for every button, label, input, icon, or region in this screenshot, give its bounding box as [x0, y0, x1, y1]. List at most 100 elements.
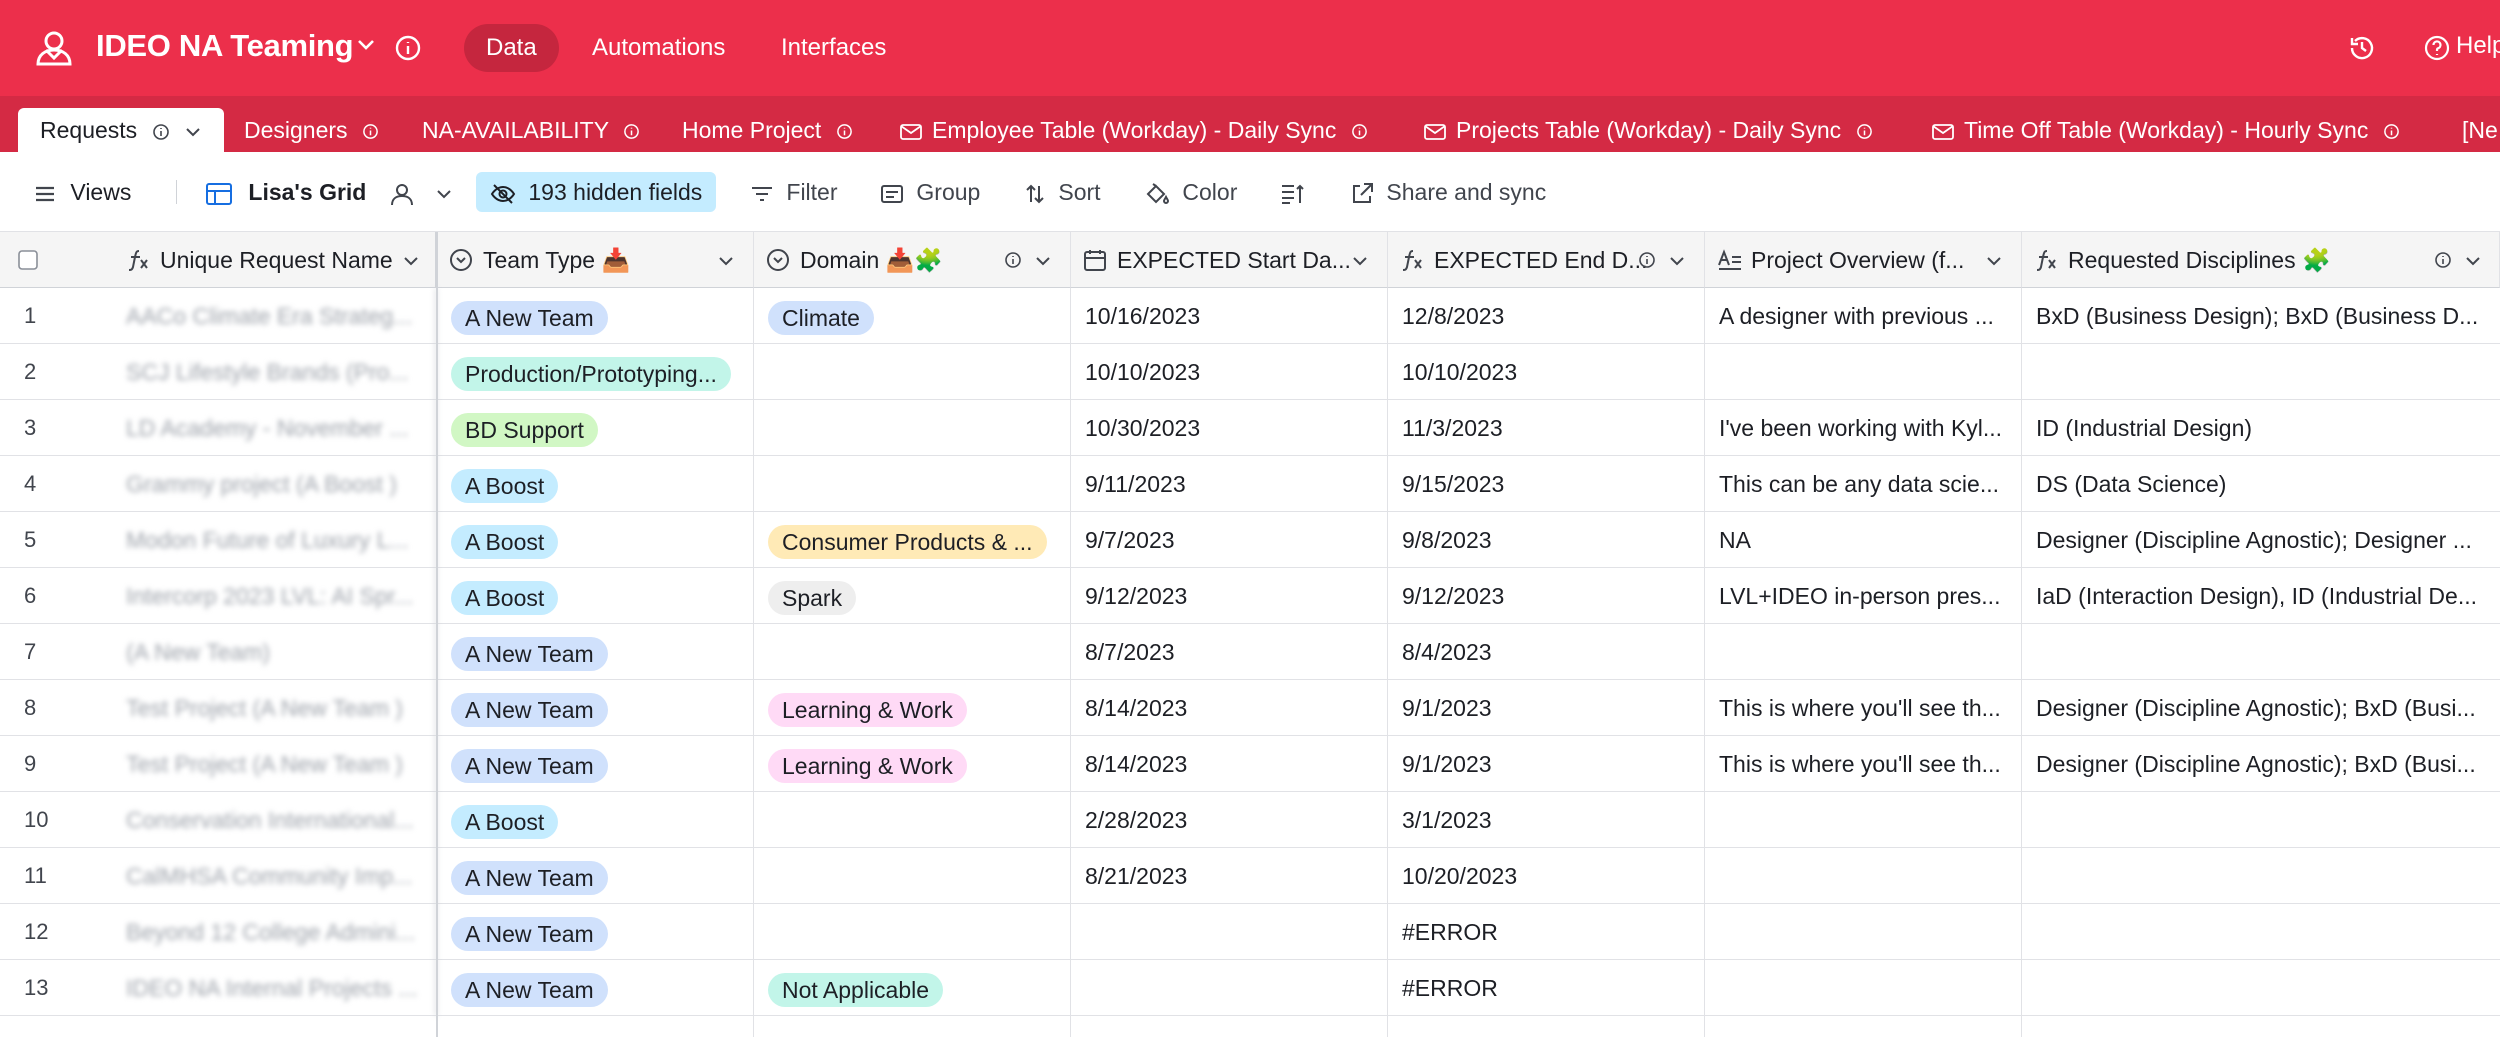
chevron-down-icon[interactable] — [1351, 254, 1369, 268]
team-type-cell[interactable]: BD Support — [437, 400, 754, 456]
table-row[interactable]: 12 Beyond 12 College Admini... A New Team #… — [0, 904, 2500, 960]
chevron-down-icon[interactable] — [1034, 254, 1052, 268]
team-type-cell[interactable]: A Boost — [437, 512, 754, 568]
sort-button[interactable]: Sort — [1024, 172, 1101, 212]
share-sync-button[interactable]: Share and sync — [1350, 172, 1546, 212]
end-date-cell[interactable]: 10/10/2023 — [1388, 344, 1705, 400]
overview-cell[interactable] — [1705, 344, 2022, 400]
domain-cell[interactable] — [754, 1016, 1071, 1037]
end-date-cell[interactable]: 9/1/2023 — [1388, 736, 1705, 792]
chevron-down-icon[interactable] — [435, 187, 453, 201]
domain-cell[interactable] — [754, 904, 1071, 960]
info-icon[interactable] — [2434, 251, 2452, 269]
domain-cell[interactable]: Not Applicable — [754, 960, 1071, 1016]
column-header-primary[interactable]: Unique Request Name — [0, 232, 437, 288]
unique-request-name-cell[interactable]: Modon Future of Luxury L... — [0, 512, 437, 568]
start-date-cell[interactable]: 9/11/2023 — [1071, 456, 1388, 512]
disciplines-cell[interactable]: Designer (Discipline Agnostic); BxD (Bus… — [2022, 736, 2500, 792]
start-date-cell[interactable] — [1071, 1016, 1388, 1037]
table-row[interactable]: 13 IDEO NA Internal Projects ... A New Tea… — [0, 960, 2500, 1016]
overview-cell[interactable]: This is where you'll see th... — [1705, 736, 2022, 792]
end-date-cell[interactable]: #ERROR — [1388, 960, 1705, 1016]
domain-cell[interactable] — [754, 344, 1071, 400]
column-header-end-date[interactable]: EXPECTED End D... — [1388, 232, 1705, 288]
disciplines-cell[interactable] — [2022, 904, 2500, 960]
chevron-down-icon[interactable] — [2464, 254, 2482, 268]
table-row[interactable]: 11 CalMHSA Community Imp... A New Team 8/21… — [0, 848, 2500, 904]
select-all-checkbox[interactable] — [18, 250, 38, 270]
column-header-team-type[interactable]: Team Type 📥 — [437, 232, 754, 288]
start-date-cell[interactable]: 8/21/2023 — [1071, 848, 1388, 904]
column-header-project-overview[interactable]: Project Overview (f... — [1705, 232, 2022, 288]
table-row[interactable]: 4 Grammy project (A Boost ) A Boost 9/11/20… — [0, 456, 2500, 512]
unique-request-name-cell[interactable]: Beyond 12 College Admini... — [0, 904, 437, 960]
table-row[interactable]: 2 SCJ Lifestyle Brands (Pro... Production/… — [0, 344, 2500, 400]
end-date-cell[interactable] — [1388, 1016, 1705, 1037]
disciplines-cell[interactable]: ID (Industrial Design) — [2022, 400, 2500, 456]
end-date-cell[interactable]: 12/8/2023 — [1388, 288, 1705, 344]
column-header-start-date[interactable]: EXPECTED Start Da... — [1071, 232, 1388, 288]
domain-cell[interactable] — [754, 624, 1071, 680]
end-date-cell[interactable]: 11/3/2023 — [1388, 400, 1705, 456]
overview-cell[interactable]: A designer with previous ... — [1705, 288, 2022, 344]
overview-cell[interactable]: This is where you'll see th... — [1705, 680, 2022, 736]
overview-cell[interactable] — [1705, 792, 2022, 848]
unique-request-name-cell[interactable]: Conservation International... — [0, 792, 437, 848]
disciplines-cell[interactable] — [2022, 1016, 2500, 1037]
domain-cell[interactable] — [754, 400, 1071, 456]
table-row[interactable]: 8 Test Project (A New Team ) A New Team Lea… — [0, 680, 2500, 736]
overview-cell[interactable] — [1705, 848, 2022, 904]
team-type-cell[interactable]: A New Team — [437, 288, 754, 344]
filter-button[interactable]: Filter — [750, 172, 838, 212]
overview-cell[interactable] — [1705, 1016, 2022, 1037]
start-date-cell[interactable]: 10/10/2023 — [1071, 344, 1388, 400]
domain-cell[interactable]: Learning & Work — [754, 680, 1071, 736]
row-height-button[interactable] — [1280, 172, 1304, 212]
base-name[interactable]: IDEO NA Teaming — [96, 28, 354, 64]
domain-cell[interactable]: Learning & Work — [754, 736, 1071, 792]
table-row[interactable]: 10 Conservation International... A Boost 2/… — [0, 792, 2500, 848]
tab-projects-table[interactable]: Projects Table (Workday) - Daily Sync — [1424, 108, 1873, 152]
end-date-cell[interactable]: #ERROR — [1388, 904, 1705, 960]
info-icon[interactable] — [1004, 251, 1022, 269]
chevron-down-icon[interactable] — [1985, 254, 2003, 268]
unique-request-name-cell[interactable]: Intercorp 2023 LVL: AI Spr... — [0, 568, 437, 624]
disciplines-cell[interactable]: IaD (Interaction Design), ID (Industrial… — [2022, 568, 2500, 624]
unique-request-name-cell[interactable]: CalMHSA Community Imp... — [0, 848, 437, 904]
info-icon[interactable] — [152, 123, 170, 141]
overview-cell[interactable]: I've been working with Kyl... — [1705, 400, 2022, 456]
disciplines-cell[interactable] — [2022, 624, 2500, 680]
tab-time-off-table[interactable]: Time Off Table (Workday) - Hourly Sync — [1932, 108, 2400, 152]
chevron-down-icon[interactable] — [1668, 254, 1686, 268]
start-date-cell[interactable] — [1071, 960, 1388, 1016]
team-type-cell[interactable]: A Boost — [437, 792, 754, 848]
team-type-cell[interactable]: A New Team — [437, 848, 754, 904]
disciplines-cell[interactable]: DS (Data Science) — [2022, 456, 2500, 512]
unique-request-name-cell[interactable]: SCJ Lifestyle Brands (Pro... — [0, 344, 437, 400]
help-link[interactable]: Help — [2456, 32, 2500, 60]
nav-data[interactable]: Data — [464, 24, 559, 72]
start-date-cell[interactable] — [1071, 904, 1388, 960]
domain-cell[interactable] — [754, 848, 1071, 904]
tab-employee-table[interactable]: Employee Table (Workday) - Daily Sync — [900, 108, 1368, 152]
end-date-cell[interactable]: 3/1/2023 — [1388, 792, 1705, 848]
overview-cell[interactable] — [1705, 904, 2022, 960]
team-type-cell[interactable] — [437, 1016, 754, 1037]
unique-request-name-cell[interactable]: IDEO NA Internal Projects ... — [0, 960, 437, 1016]
start-date-cell[interactable]: 9/12/2023 — [1071, 568, 1388, 624]
team-type-cell[interactable]: A New Team — [437, 680, 754, 736]
overview-cell[interactable]: LVL+IDEO in-person pres... — [1705, 568, 2022, 624]
team-type-cell[interactable]: Production/Prototyping... — [437, 344, 754, 400]
end-date-cell[interactable]: 9/8/2023 — [1388, 512, 1705, 568]
help-icon[interactable] — [2424, 35, 2450, 61]
chevron-down-icon[interactable] — [402, 254, 420, 268]
tab-na-availability[interactable]: NA-AVAILABILITY — [422, 108, 640, 152]
team-type-cell[interactable]: A Boost — [437, 568, 754, 624]
disciplines-cell[interactable] — [2022, 848, 2500, 904]
disciplines-cell[interactable] — [2022, 344, 2500, 400]
table-row[interactable]: 5 Modon Future of Luxury L... A Boost Consu… — [0, 512, 2500, 568]
team-type-cell[interactable]: A New Team — [437, 736, 754, 792]
table-row-partial[interactable] — [0, 1016, 2500, 1037]
unique-request-name-cell[interactable]: Test Project (A New Team ) — [0, 736, 437, 792]
start-date-cell[interactable]: 8/7/2023 — [1071, 624, 1388, 680]
